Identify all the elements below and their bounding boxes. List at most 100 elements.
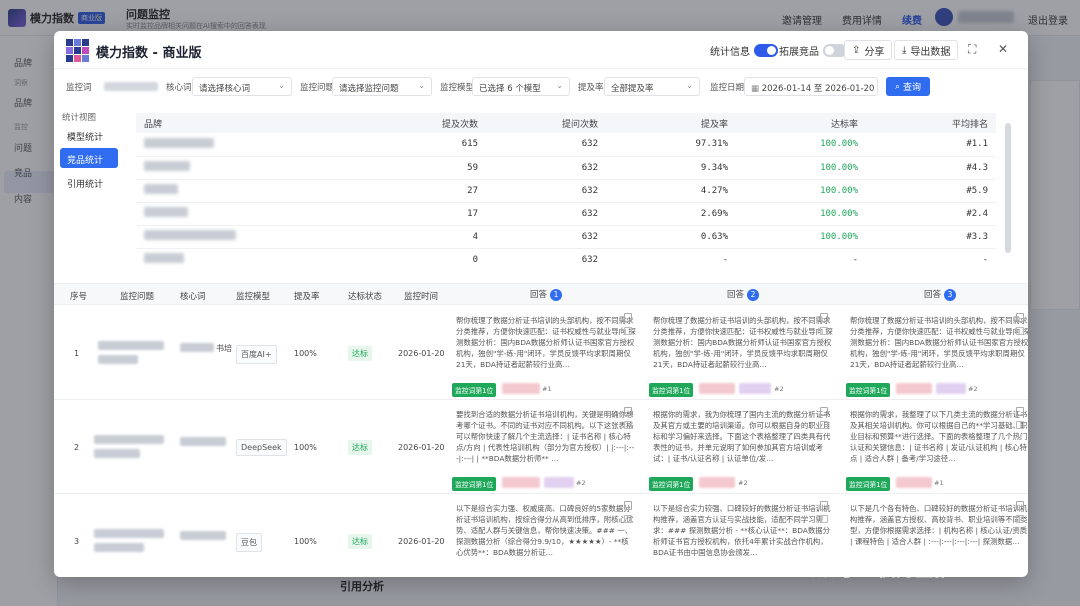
col-index: 序号 [70,292,88,302]
table-row[interactable]: 0 632 - - - [136,248,996,271]
col-brand: 品牌 [136,113,386,133]
answer-checkbox[interactable] [1016,515,1024,523]
brand-pill [936,383,966,394]
copy-icon[interactable] [1016,313,1024,322]
tab-citation-stats[interactable]: 引用统计 [60,172,118,192]
brand-cell [136,248,386,271]
col-model: 监控模型 [236,292,271,302]
table-row[interactable]: 615 632 97.31% 100.00% #1.1 [136,133,996,157]
core-word-select[interactable]: 请选择核心词 ⌄ [192,77,292,96]
chevron-down-icon: ⌄ [556,81,563,90]
pass-cell: 100.00% [736,133,866,157]
filter-bar: 监控词 核心词 请选择核心词 ⌄ 监控问题 请选择监控问题 ⌄ 监控模型 已选择… [54,75,1028,99]
answer-text[interactable]: 根据你的需求，我整理了以下几类主流的数据分析证书及其相关培训机构。你可以根据自己… [850,409,1028,473]
answer-checkbox[interactable] [624,421,632,429]
core-word-text [180,343,214,352]
answer-2-label: 回答 [727,290,745,300]
rank-tag: 监控词第1位 [846,383,891,397]
col-mentions: 提及次数 [386,113,486,133]
date-range-picker[interactable]: ▦ 2026-01-14 至 2026-01-20 [744,77,878,96]
row-index: 3 [74,537,80,546]
table-row[interactable]: 27 632 4.27% 100.00% #5.9 [136,179,996,203]
monitor-question-select[interactable]: 请选择监控问题 ⌄ [332,77,432,96]
monitor-model-select[interactable]: 已选择 6 个模型 ⌄ [472,77,570,96]
monitor-word-value[interactable] [98,77,160,96]
answer-checkbox[interactable] [820,421,828,429]
answer-text[interactable]: 以下是综合实力强、权威度高、口碑良好的5家数据分析证书培训机构，按综合得分从高到… [456,503,636,567]
mention-rate-label: 提及率 [578,83,604,93]
brand-pill-rank: #2 [576,479,586,487]
answer-3-label: 回答 [924,290,942,300]
brand-pill [896,477,932,488]
stats-info-label: 统计信息 [710,47,750,58]
answer-checkbox[interactable] [820,515,828,523]
status-badge: 达标 [348,440,372,455]
brand-cell [136,225,386,249]
answer-checkbox[interactable] [1016,327,1024,335]
mentions-cell: 17 [386,202,486,226]
rank-cell: - [866,248,996,271]
close-icon[interactable]: ✕ [998,42,1008,56]
rank-cell: #5.9 [866,179,996,203]
search-label: 查询 [903,83,922,93]
table-row[interactable]: 1 书培 百度AI+ 100% 达标 2026-01-20 帮你梳理了数据分析证… [54,307,1028,400]
share-label: 分享 [864,46,885,58]
brand-pill [544,477,574,488]
date-separator: 至 [813,84,823,94]
answer-checkbox[interactable] [1016,421,1024,429]
fullscreen-icon[interactable]: ⛶ [968,42,976,57]
answer-checkbox[interactable] [624,515,632,523]
expand-competitors-label: 拓展竞品 [779,47,819,58]
question-text [94,529,164,538]
table-row[interactable]: 59 632 9.34% 100.00% #4.3 [136,156,996,180]
monitor-model-label: 监控模型 [440,83,475,93]
copy-icon[interactable] [1016,407,1024,416]
question-text [98,341,164,350]
stats-info-control: 统计信息 [710,43,778,58]
question-text [94,435,164,444]
brand-pill [896,383,932,394]
tab-competitor-stats[interactable]: 竞品统计 [60,148,118,168]
watermark: 公众号 · 模力星推 [798,560,954,581]
core-word-text [180,437,226,446]
export-button[interactable]: ⤓ 导出数据 [894,40,959,60]
copy-icon[interactable] [820,407,828,416]
rate-cell: 0.63% [606,225,736,249]
rate-cell: - [606,248,736,271]
copy-icon[interactable] [1016,501,1024,510]
monitor-time: 2026-01-20 [398,349,445,358]
calendar-icon: ▦ [751,84,760,94]
col-answer-1: 回答 1 [530,288,563,301]
answer-text[interactable]: 帮你梳理了数据分析证书培训的头部机构，按不同需求分类推荐，方便你快速匹配：证书权… [653,315,833,379]
table-row[interactable]: 4 632 0.63% 100.00% #3.3 [136,225,996,249]
copy-icon[interactable] [624,407,632,416]
brand-pill-rank: #2 [968,385,978,393]
answer-text[interactable]: 要找到合适的数据分析证书培训机构，关键是明确你想考哪个证书。不同的证书对应不同机… [456,409,636,473]
table-row[interactable]: 17 632 2.69% 100.00% #2.4 [136,202,996,226]
model-tag: 豆包 [236,533,262,552]
table-header-row: 品牌 提及次数 提问次数 提及率 达标率 平均排名 [136,113,996,133]
tab-model-stats[interactable]: 模型统计 [60,125,118,145]
stats-info-toggle[interactable] [754,44,778,57]
answer-text[interactable]: 帮你梳理了数据分析证书培训的头部机构，按不同需求分类推荐，方便你快速匹配：证书权… [850,315,1028,379]
search-button[interactable]: ⌕ 查询 [886,77,930,96]
chevron-down-icon: ⌄ [278,81,285,90]
copy-icon[interactable] [820,313,828,322]
core-word-label: 核心词 [166,83,192,93]
table-row[interactable]: 2 DeepSeek 100% 达标 2026-01-20 要找到合适的数据分析… [54,401,1028,494]
status-badge: 达标 [348,346,372,361]
answer-checkbox[interactable] [624,327,632,335]
copy-icon[interactable] [624,313,632,322]
core-word-suffix: 书培 [216,344,232,353]
copy-icon[interactable] [624,501,632,510]
rank-cell: #3.3 [866,225,996,249]
copy-icon[interactable] [820,501,828,510]
mention-rate-select[interactable]: 全部提及率 ⌄ [604,77,700,96]
download-icon: ⤓ [902,44,907,56]
answer-checkbox[interactable] [820,327,828,335]
share-button[interactable]: ⇪ 分享 [844,40,893,60]
table-scrollbar[interactable] [1005,123,1011,253]
answer-text[interactable]: 帮你梳理了数据分析证书培训的头部机构，按不同需求分类推荐，方便你快速匹配：证书权… [456,315,636,379]
answer-text[interactable]: 根据你的需求，我为你梳理了国内主流的数据分析证书及其官方或主要的培训渠道。你可以… [653,409,833,473]
question-text-2 [94,543,144,552]
